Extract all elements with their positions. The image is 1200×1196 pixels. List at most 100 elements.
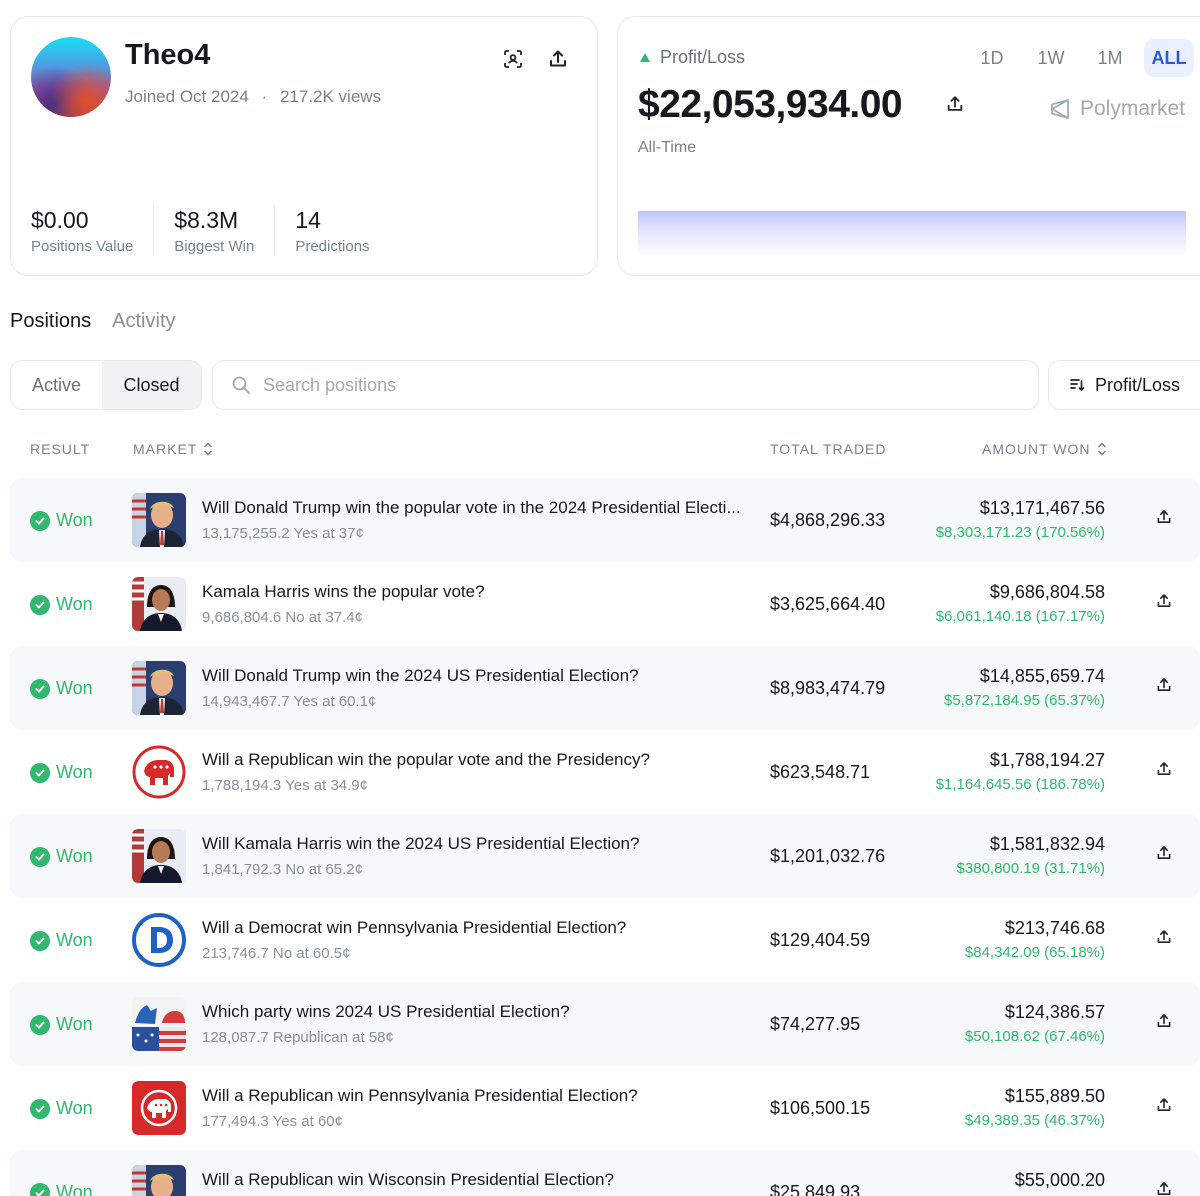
joined-date: Joined Oct 2024 <box>125 87 249 106</box>
tab-positions[interactable]: Positions <box>10 310 91 333</box>
market-thumbnail <box>132 997 186 1051</box>
profit-gain: $84,342.09 (65.18%) <box>964 944 1105 961</box>
stat-predictions: 14 Predictions <box>295 205 389 255</box>
market-title[interactable]: Will a Republican win Pennsylvania Presi… <box>202 1086 762 1106</box>
pl-chart-area <box>638 211 1186 257</box>
total-traded: $106,500.15 <box>770 1098 871 1118</box>
table-row[interactable]: Won Will a Republican win the popular vot… <box>10 730 1200 814</box>
check-circle-icon <box>30 1182 50 1196</box>
total-traded: $25,849.93 <box>770 1182 861 1196</box>
profit-loss-card: Profit/Loss 1D 1W 1M ALL $22,053,934.00 … <box>617 16 1200 276</box>
header-result: RESULT <box>30 441 91 457</box>
check-circle-icon <box>30 1014 50 1035</box>
avatar <box>31 37 111 117</box>
check-circle-icon <box>30 594 50 615</box>
table-row[interactable]: Won Which party wins 2024 US Presidential… <box>10 982 1200 1066</box>
username: Theo4 <box>125 39 211 71</box>
tab-activity[interactable]: Activity <box>112 310 175 333</box>
table-row[interactable]: Won Will Kamala Harris win the 2024 US Pr… <box>10 814 1200 898</box>
check-circle-icon <box>30 510 50 531</box>
amount-won: $13,171,467.56 <box>979 498 1105 518</box>
total-traded: $623,548.71 <box>770 762 871 782</box>
check-circle-icon <box>30 762 50 783</box>
scan-icon[interactable] <box>501 47 525 71</box>
result-label: Won <box>56 594 93 614</box>
amount-won: $55,000.20 <box>1014 1170 1105 1190</box>
segment-closed[interactable]: Closed <box>102 361 201 409</box>
polymarket-logo-icon <box>1051 99 1069 119</box>
share-icon[interactable] <box>1156 1097 1172 1118</box>
polymarket-brand: Polymarket <box>1048 97 1185 121</box>
check-circle-icon <box>30 1098 50 1119</box>
share-icon[interactable] <box>1156 1013 1172 1034</box>
timeframe-1m[interactable]: 1M <box>1085 39 1135 77</box>
search-icon <box>232 376 250 394</box>
sort-arrows-icon <box>204 442 213 456</box>
share-icon[interactable] <box>1156 929 1172 950</box>
market-position: 128,087.7 Republican at 58¢ <box>202 1029 394 1046</box>
share-icon[interactable] <box>1156 1181 1172 1196</box>
market-title[interactable]: Will a Republican win Wisconsin Presiden… <box>202 1170 762 1190</box>
result-label: Won <box>56 678 93 698</box>
market-title[interactable]: Which party wins 2024 US Presidential El… <box>202 1002 762 1022</box>
result-badge: Won <box>30 1014 93 1035</box>
sort-button[interactable]: Profit/Loss <box>1048 360 1200 410</box>
result-badge: Won <box>30 1182 93 1196</box>
result-label: Won <box>56 1014 93 1034</box>
amount-won: $9,686,804.58 <box>989 582 1105 602</box>
profit-gain: $380,800.19 (31.71%) <box>956 860 1105 877</box>
profit-gain: $6,061,140.18 (167.17%) <box>935 608 1105 625</box>
result-label: Won <box>56 1182 93 1196</box>
positions-table: Won Will Donald Trump win the popular vot… <box>10 478 1200 1196</box>
share-icon[interactable] <box>1156 593 1172 614</box>
result-label: Won <box>56 846 93 866</box>
header-market-label: MARKET <box>133 441 198 457</box>
timeframe-all[interactable]: ALL <box>1144 39 1194 77</box>
total-traded: $1,201,032.76 <box>770 846 886 866</box>
timeframe-1w[interactable]: 1W <box>1026 39 1076 77</box>
market-title[interactable]: Kamala Harris wins the popular vote? <box>202 582 762 602</box>
header-market[interactable]: MARKET <box>133 441 213 457</box>
table-row[interactable]: Won Will Donald Trump win the 2024 US Pre… <box>10 646 1200 730</box>
result-badge: Won <box>30 846 93 867</box>
search-input[interactable]: Search positions <box>212 360 1039 410</box>
brand-name: Polymarket <box>1080 97 1186 120</box>
market-thumbnail <box>132 577 186 631</box>
result-label: Won <box>56 1098 93 1118</box>
pl-label-text: Profit/Loss <box>660 47 746 67</box>
status-segmented-control: Active Closed <box>10 360 202 410</box>
market-title[interactable]: Will a Democrat win Pennsylvania Preside… <box>202 918 762 938</box>
stat-label: Predictions <box>295 238 370 255</box>
market-title[interactable]: Will Donald Trump win the 2024 US Presid… <box>202 666 762 686</box>
market-thumbnail <box>132 913 186 967</box>
timeframe-1d[interactable]: 1D <box>967 39 1017 77</box>
share-icon[interactable] <box>1156 677 1172 698</box>
stat-label: Biggest Win <box>174 238 255 255</box>
table-row[interactable]: Won Will a Republican win Pennsylvania Pr… <box>10 1066 1200 1150</box>
header-total-traded: TOTAL TRADED <box>770 441 887 457</box>
pl-label: Profit/Loss <box>640 47 745 68</box>
stat-label: Positions Value <box>31 238 134 255</box>
market-thumbnail <box>132 745 186 799</box>
segment-active[interactable]: Active <box>11 361 102 409</box>
market-position: 9,686,804.6 No at 37.4¢ <box>202 609 363 626</box>
table-row[interactable]: Won Kamala Harris wins the popular vote? 9… <box>10 562 1200 646</box>
market-title[interactable]: Will a Republican win the popular vote a… <box>202 750 762 770</box>
share-icon[interactable] <box>946 95 964 118</box>
market-position: 13,175,255.2 Yes at 37¢ <box>202 525 364 542</box>
share-icon[interactable] <box>1156 509 1172 530</box>
section-tabs: Positions Activity <box>10 310 197 333</box>
share-icon[interactable] <box>546 47 570 71</box>
share-icon[interactable] <box>1156 761 1172 782</box>
profit-gain: $49,389.35 (46.37%) <box>964 1112 1105 1129</box>
table-row[interactable]: Won Will a Republican win Wisconsin Presi… <box>10 1150 1200 1196</box>
table-row[interactable]: Won Will a Democrat win Pennsylvania Pres… <box>10 898 1200 982</box>
header-amount-won[interactable]: AMOUNT WON <box>982 441 1107 457</box>
table-row[interactable]: Won Will Donald Trump win the popular vot… <box>10 478 1200 562</box>
trend-up-icon <box>640 53 650 62</box>
amount-won: $1,788,194.27 <box>989 750 1105 770</box>
profit-gain: $1,164,645.56 (186.78%) <box>935 776 1105 793</box>
market-title[interactable]: Will Kamala Harris win the 2024 US Presi… <box>202 834 762 854</box>
share-icon[interactable] <box>1156 845 1172 866</box>
market-title[interactable]: Will Donald Trump win the popular vote i… <box>202 498 762 518</box>
